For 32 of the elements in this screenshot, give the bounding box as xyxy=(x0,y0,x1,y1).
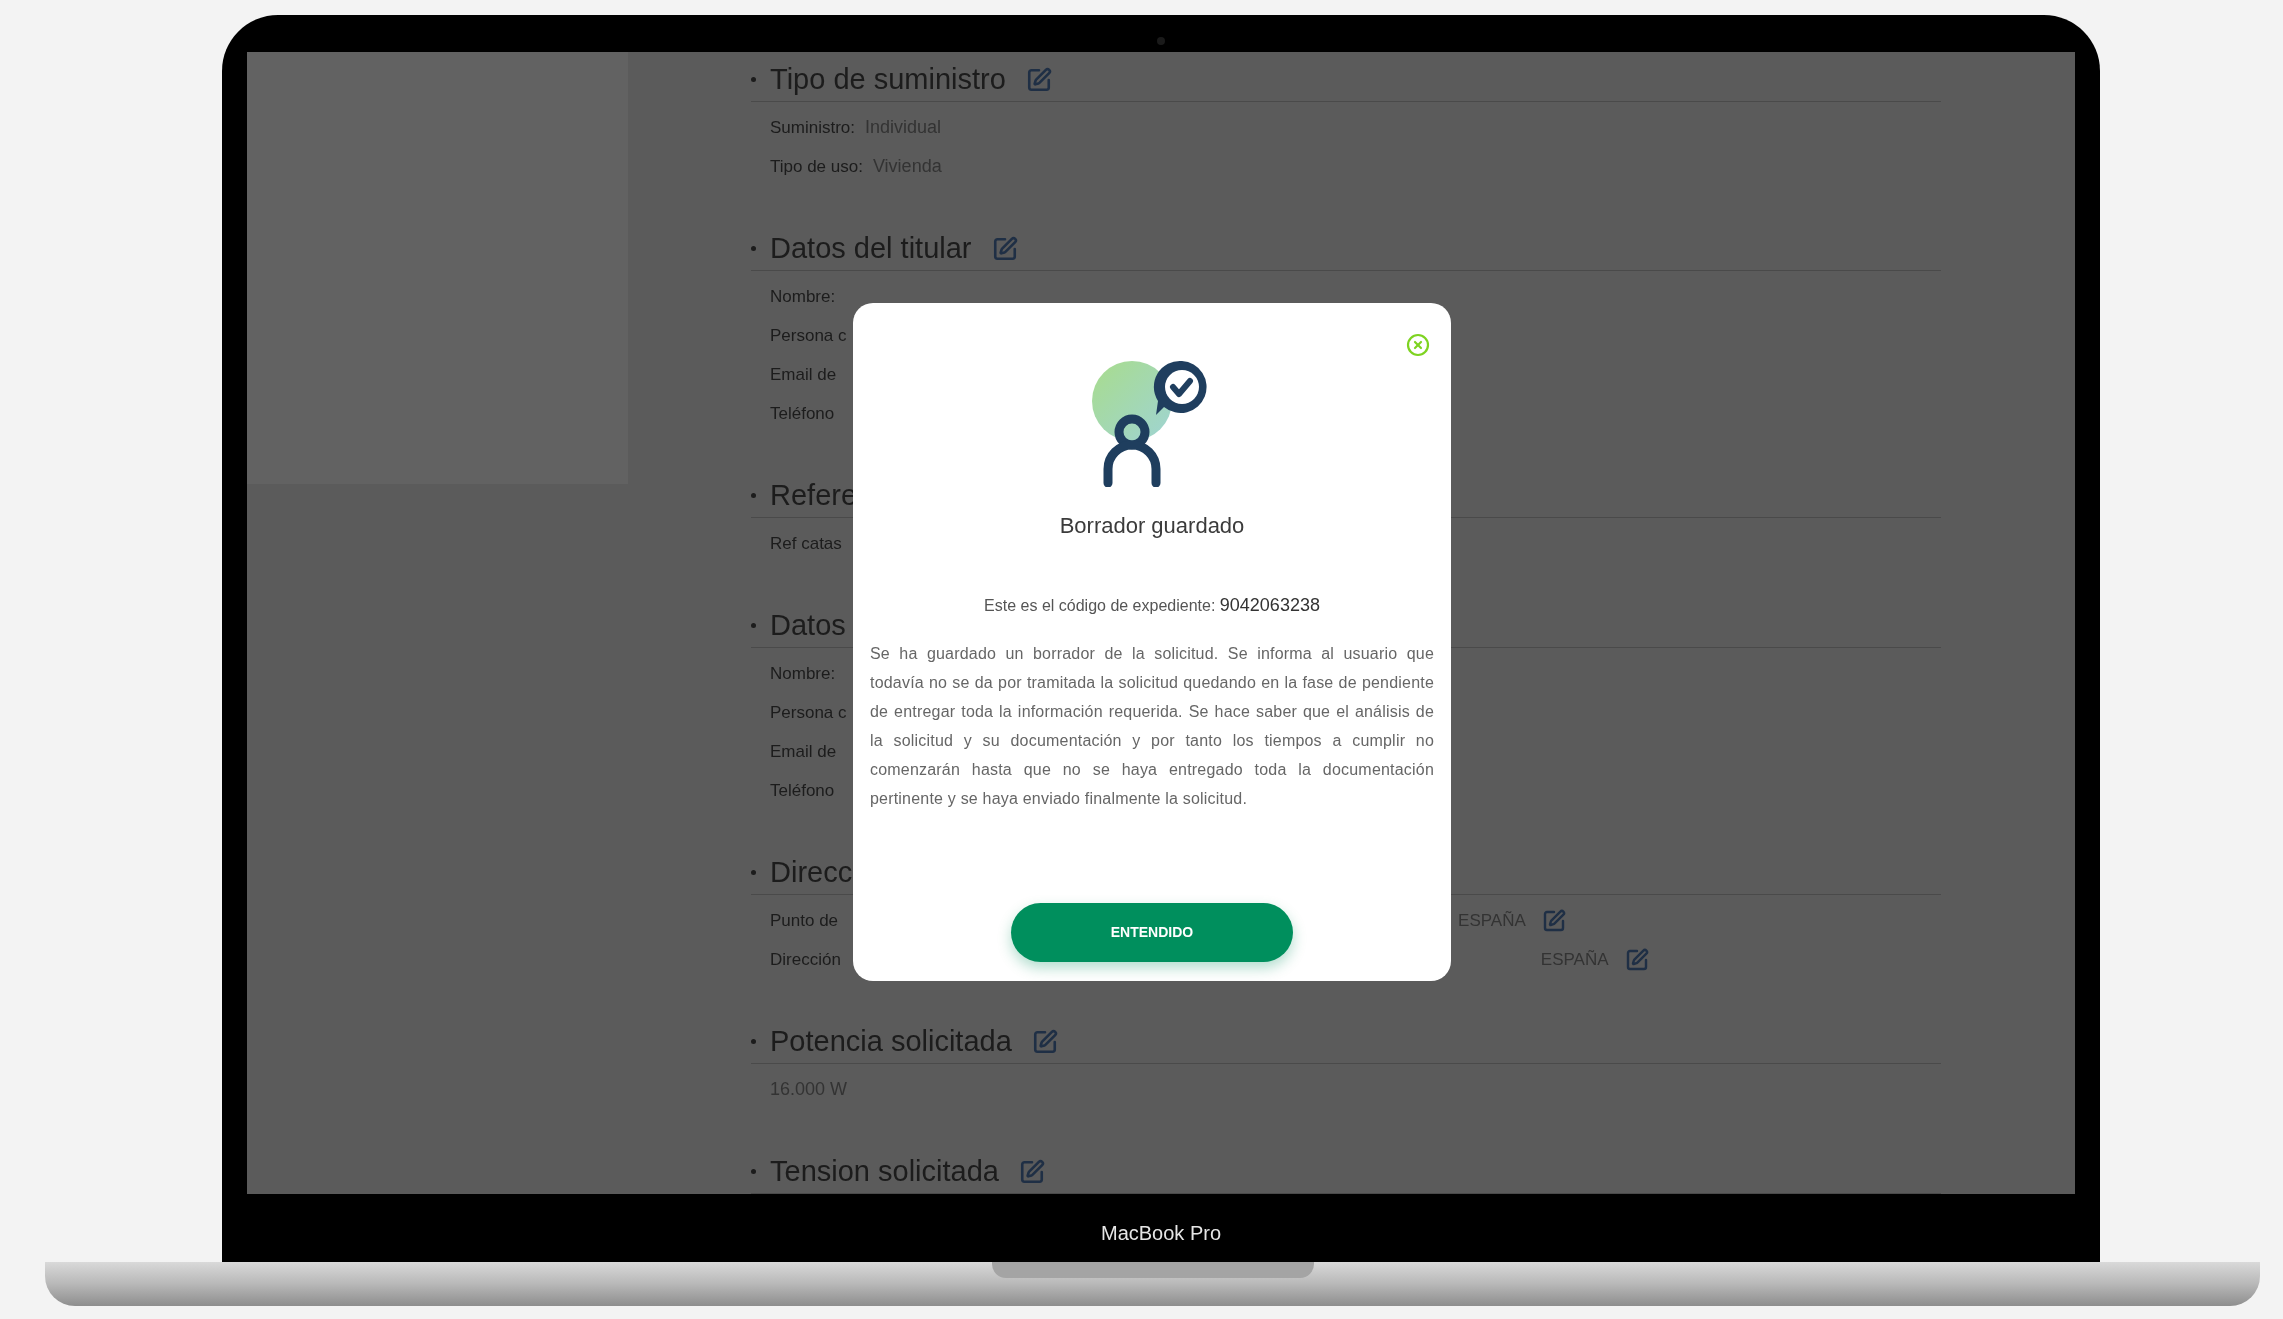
edit-icon[interactable] xyxy=(1031,1028,1058,1055)
message-text: Se ha guardado un borrador de la solicitud. Se informa al usuario que todavía no se da por tramitada la solicitud quedando en la fase de pendiente de entregar toda la información requerida. Se hace saber que el análisis de la solicitud y su documentación y por tanto los tiempos a cumplir no comenzarán hasta que no se haya entregado toda la documentación pertinente y se haya enviado finalmente la solicitud. xyxy=(870,644,1434,809)
edit-icon[interactable] xyxy=(1018,1158,1045,1185)
field-label: Teléfono xyxy=(770,779,835,802)
field-label: Nombre: xyxy=(770,662,836,685)
field-label: Persona c xyxy=(770,324,847,347)
field-label: Suministro: xyxy=(770,116,856,139)
laptop-label: MacBook Pro xyxy=(1100,1221,1222,1246)
field-label: Punto de xyxy=(770,909,839,932)
field-label: Email de xyxy=(770,740,837,763)
field-label: Tipo de uso: xyxy=(770,155,863,178)
understood-button[interactable]: ENTENDIDO xyxy=(1011,903,1293,962)
field-label: Persona c xyxy=(770,701,847,724)
field-label: Dirección xyxy=(770,948,841,971)
close-icon[interactable] xyxy=(1406,333,1430,357)
section-heading: Direcc xyxy=(770,854,853,890)
edit-icon[interactable] xyxy=(991,235,1018,262)
field-label: Ref catas xyxy=(770,532,842,555)
edit-icon[interactable] xyxy=(1541,908,1566,933)
section-heading: Tipo de suministro xyxy=(770,61,1006,97)
edit-icon[interactable] xyxy=(1025,66,1052,93)
section-heading: Datos del titular xyxy=(770,230,972,266)
field-label: Teléfono xyxy=(770,402,835,425)
field-label: Nombre: xyxy=(770,285,836,308)
section-heading: Tension solicitada xyxy=(770,1153,999,1189)
edit-icon[interactable] xyxy=(1624,947,1649,972)
field-label: Email de xyxy=(770,363,837,386)
modal-title: Borrador guardado xyxy=(1059,512,1245,540)
code-text: Este es el código de expediente: 9042063238 xyxy=(984,594,1320,617)
section-heading: Refere xyxy=(770,477,858,513)
section-heading: Datos xyxy=(770,607,846,643)
section-heading: Potencia solicitada xyxy=(770,1023,1012,1059)
